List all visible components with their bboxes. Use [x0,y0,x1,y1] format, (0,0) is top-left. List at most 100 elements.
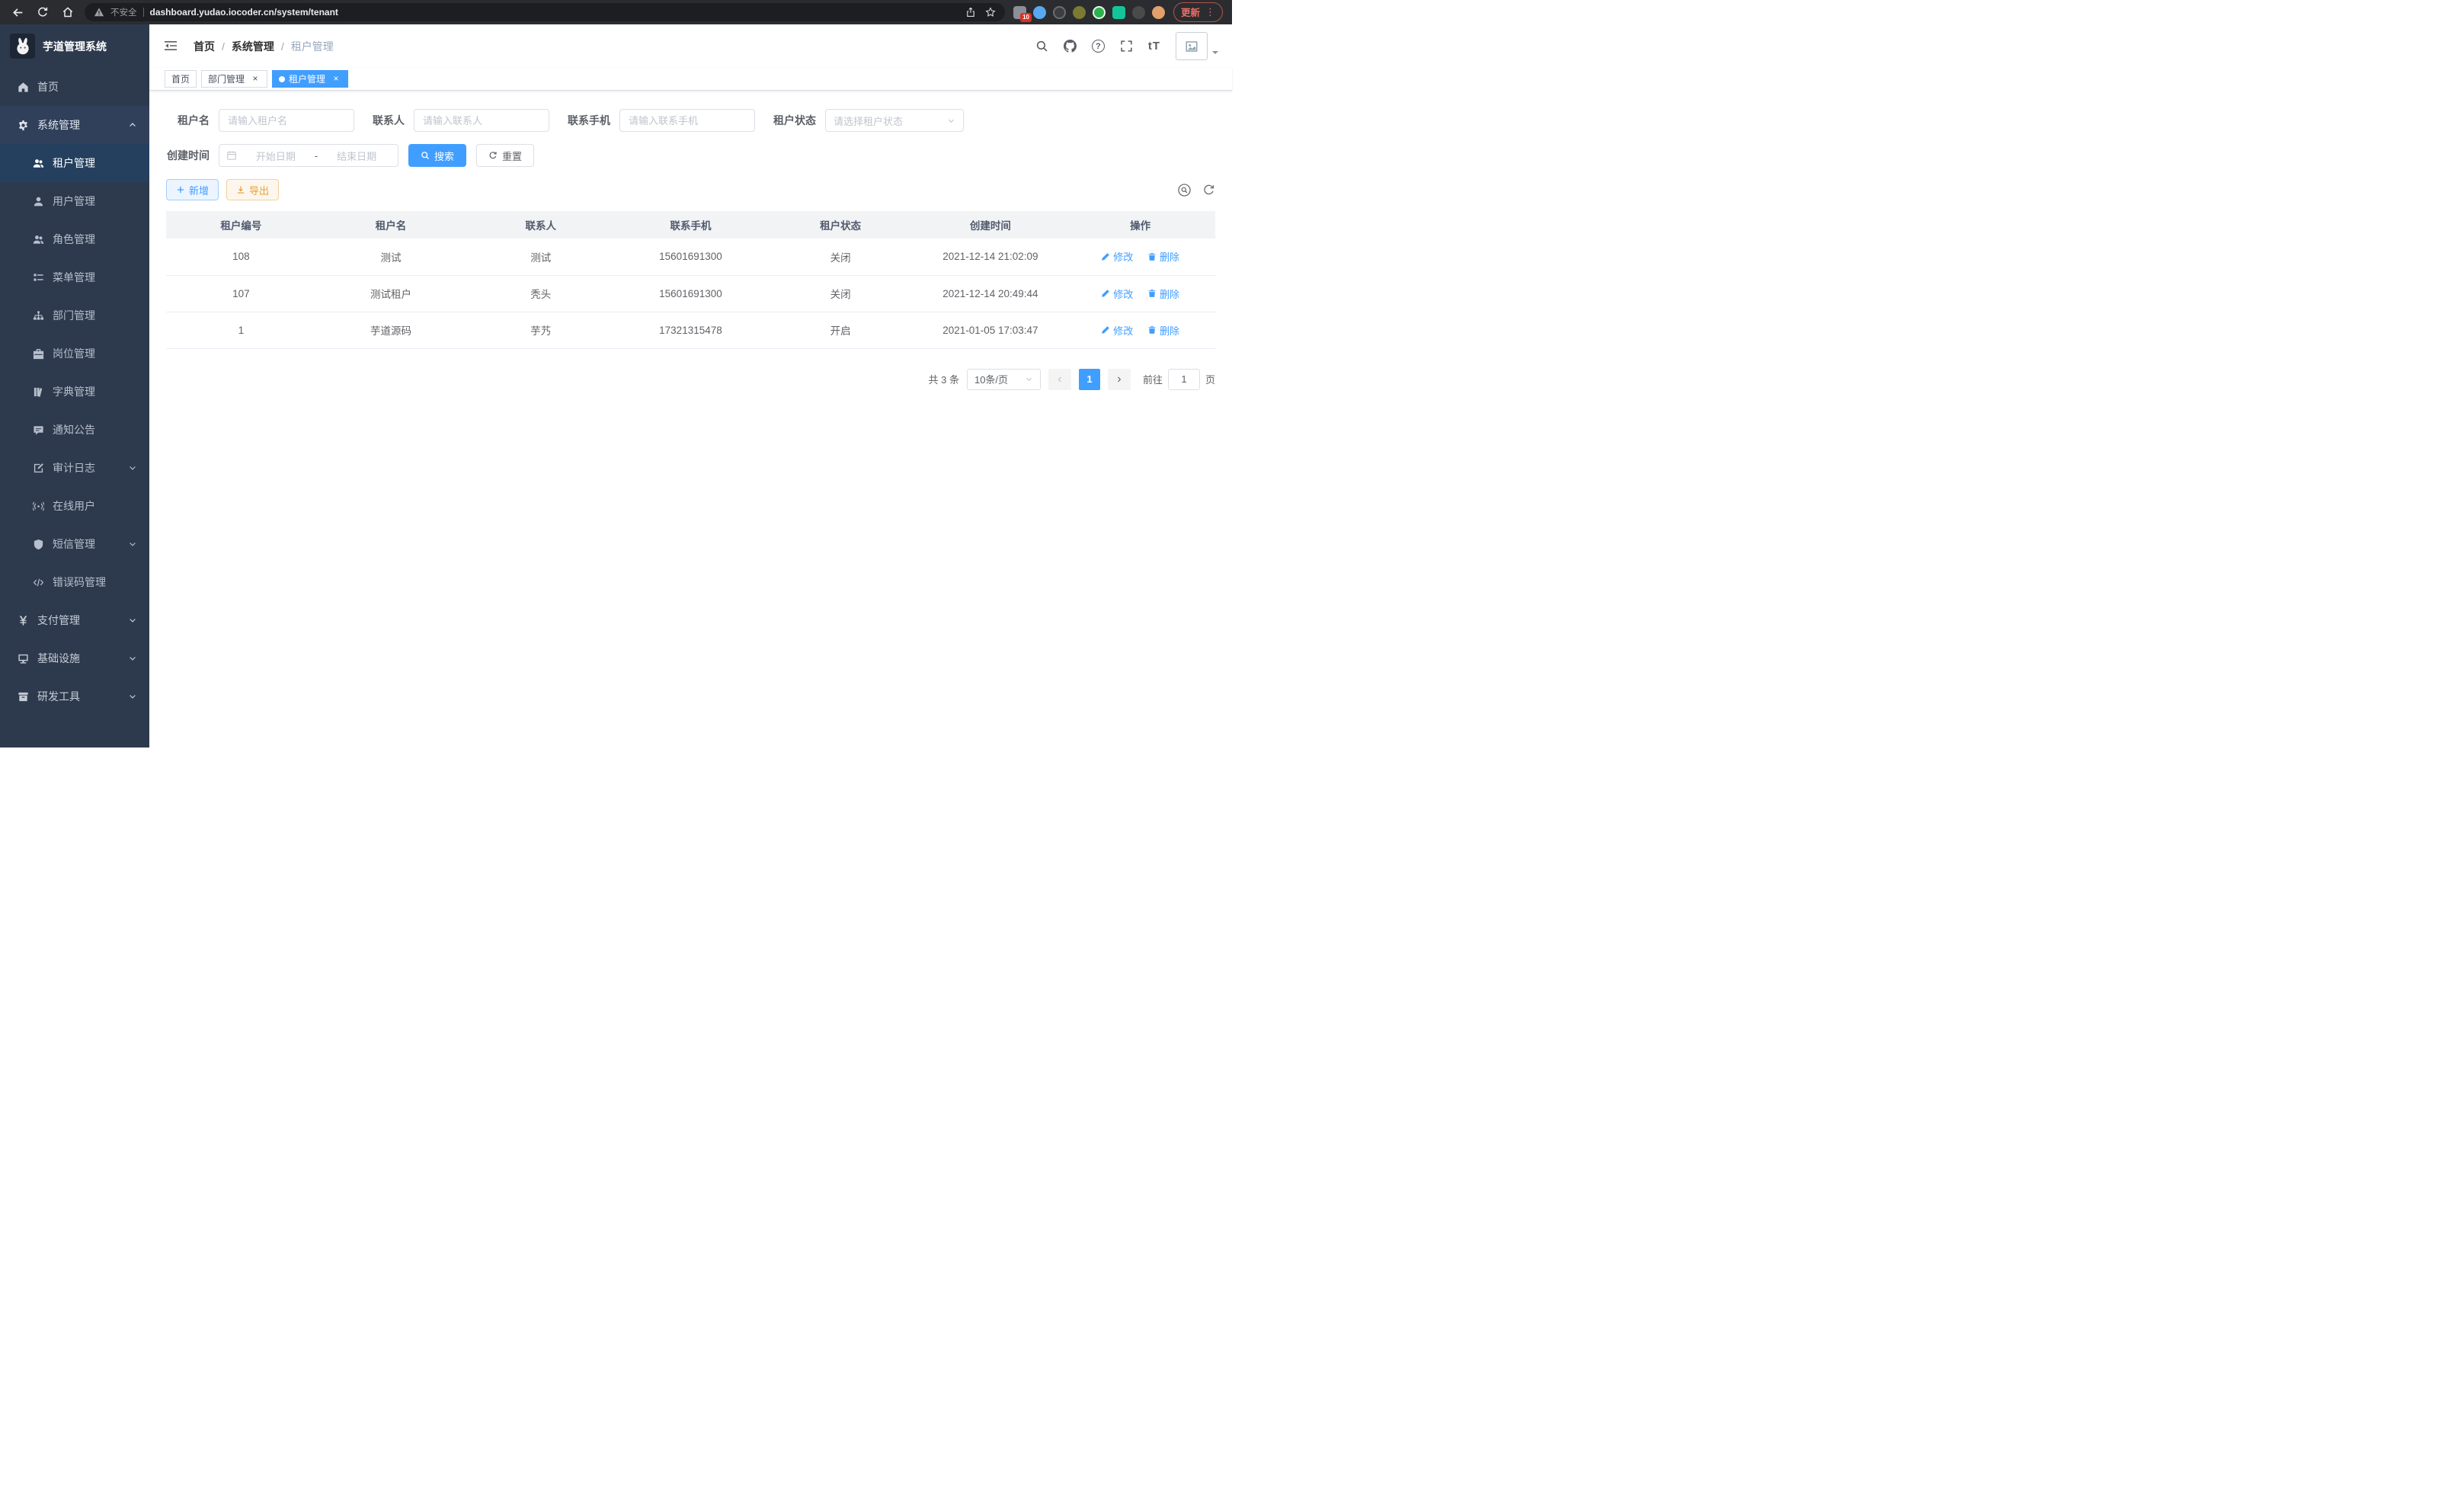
contact-label: 联系人 [373,113,405,128]
extension-icon[interactable] [1132,6,1145,19]
active-dot [279,76,285,82]
column-header: 联系人 [466,211,616,238]
sidebar-item-role[interactable]: 角色管理 [0,220,149,258]
create-time-label: 创建时间 [166,148,210,163]
delete-link[interactable]: 删除 [1147,287,1179,301]
contact-input[interactable] [414,109,549,132]
refresh-table-button[interactable] [1202,184,1215,197]
sidebar-item-error-code[interactable]: 错误码管理 [0,563,149,601]
back-icon[interactable] [9,4,26,21]
address-bar[interactable]: 不安全 dashboard.yudao.iocoder.cn/system/te… [85,3,1005,21]
sidebar-item-system[interactable]: 系统管理 [0,106,149,144]
tenant-table: 租户编号 租户名 联系人 联系手机 租户状态 创建时间 操作 108 测试 [166,211,1215,349]
security-warning-icon[interactable] [94,7,104,18]
sidebar-item-notice[interactable]: 通知公告 [0,411,149,449]
edit-link[interactable]: 修改 [1101,249,1133,264]
tab-label: 部门管理 [208,72,245,85]
close-icon[interactable]: × [331,74,341,85]
home-icon[interactable] [59,4,76,21]
toolbox-icon [17,690,29,703]
cell-mobile: 15601691300 [616,275,766,312]
extension-icon[interactable]: 10 [1013,6,1026,19]
sidebar-item-home[interactable]: 首页 [0,68,149,106]
page-number-button[interactable]: 1 [1079,369,1100,390]
sidebar-item-dept[interactable]: 部门管理 [0,296,149,335]
goto-page-input[interactable] [1168,369,1200,390]
prev-page-button[interactable]: ‹ [1048,369,1071,390]
breadcrumb-system[interactable]: 系统管理 [232,39,274,54]
search-icon[interactable] [1035,40,1048,53]
delete-link[interactable]: 删除 [1147,249,1179,264]
sidebar-item-label: 研发工具 [37,689,80,704]
reset-button[interactable]: 重置 [476,144,534,167]
cell-created: 2021-12-14 21:02:09 [916,238,1066,275]
tab-tenant[interactable]: 租户管理 × [272,70,348,88]
sidebar-item-dev-tools[interactable]: 研发工具 [0,677,149,715]
sidebar-item-payment[interactable]: 支付管理 [0,601,149,639]
url-text: dashboard.yudao.iocoder.cn/system/tenant [150,7,959,18]
extension-icon[interactable] [1093,6,1106,19]
chevron-down-icon [128,539,137,549]
app-logo[interactable]: 芋道管理系统 [0,24,149,68]
github-icon[interactable] [1064,40,1077,53]
create-time-range-picker[interactable]: 开始日期 - 结束日期 [219,144,398,167]
sidebar-collapse-icon[interactable] [163,38,180,55]
tenant-name-input[interactable] [219,109,354,132]
extension-icon[interactable] [1053,6,1066,19]
sidebar-item-online-user[interactable]: 在线用户 [0,487,149,525]
cell-status: 关闭 [766,238,916,275]
tab-dept[interactable]: 部门管理 × [201,70,267,88]
edit-link[interactable]: 修改 [1101,287,1133,301]
delete-link[interactable]: 删除 [1147,323,1179,338]
user-menu[interactable] [1176,32,1218,60]
add-button[interactable]: 新增 [166,179,219,200]
calendar-icon [226,150,237,161]
cell-tenant-name: 芋道源码 [316,312,466,348]
export-button[interactable]: 导出 [226,179,279,200]
refresh-icon[interactable] [34,4,51,21]
fullscreen-icon[interactable] [1120,40,1133,53]
table-header-row: 租户编号 租户名 联系人 联系手机 租户状态 创建时间 操作 [166,211,1215,238]
next-page-button[interactable]: › [1108,369,1131,390]
caret-down-icon [1212,51,1218,57]
sidebar-item-post[interactable]: 岗位管理 [0,335,149,373]
extension-icon[interactable] [1112,6,1125,19]
cell-status: 关闭 [766,275,916,312]
toggle-search-button[interactable] [1178,184,1191,197]
column-header: 创建时间 [916,211,1066,238]
profile-avatar-icon[interactable] [1152,6,1165,19]
sidebar-item-audit-log[interactable]: 审计日志 [0,449,149,487]
search-button[interactable]: 搜索 [408,144,466,167]
top-navbar: 首页 / 系统管理 / 租户管理 ? [149,24,1232,68]
sidebar-item-tenant[interactable]: 租户管理 [0,144,149,182]
extension-icon[interactable] [1033,6,1046,19]
extension-icon[interactable] [1073,6,1086,19]
page-size-select[interactable]: 10条/页 [967,369,1041,390]
sidebar-item-menu[interactable]: 菜单管理 [0,258,149,296]
status-select[interactable]: 请选择租户状态 [825,109,964,132]
chevron-down-icon [128,692,137,701]
share-icon[interactable] [965,7,976,18]
browser-update-chip[interactable]: 更新 ⋮ [1173,2,1223,22]
mobile-input[interactable] [619,109,755,132]
bookmark-star-icon[interactable] [985,7,996,18]
start-date-placeholder: 开始日期 [242,149,310,163]
breadcrumb-separator: / [281,40,284,53]
cell-contact: 测试 [466,238,616,275]
cell-mobile: 15601691300 [616,238,766,275]
sidebar-item-infra[interactable]: 基础设施 [0,639,149,677]
home-icon [17,81,29,93]
tab-home[interactable]: 首页 [165,70,197,88]
help-icon[interactable]: ? [1092,40,1105,53]
breadcrumb-home[interactable]: 首页 [194,39,215,54]
sidebar-item-label: 角色管理 [53,232,95,247]
sidebar-item-label: 基础设施 [37,651,80,666]
sidebar-item-sms[interactable]: 短信管理 [0,525,149,563]
sidebar-item-user[interactable]: 用户管理 [0,182,149,220]
close-icon[interactable]: × [250,74,261,85]
cell-tenant-id: 1 [166,312,316,348]
font-size-icon[interactable]: tT [1148,40,1160,53]
edit-link[interactable]: 修改 [1101,323,1133,338]
logo-image [10,34,35,59]
sidebar-item-dict[interactable]: 字典管理 [0,373,149,411]
